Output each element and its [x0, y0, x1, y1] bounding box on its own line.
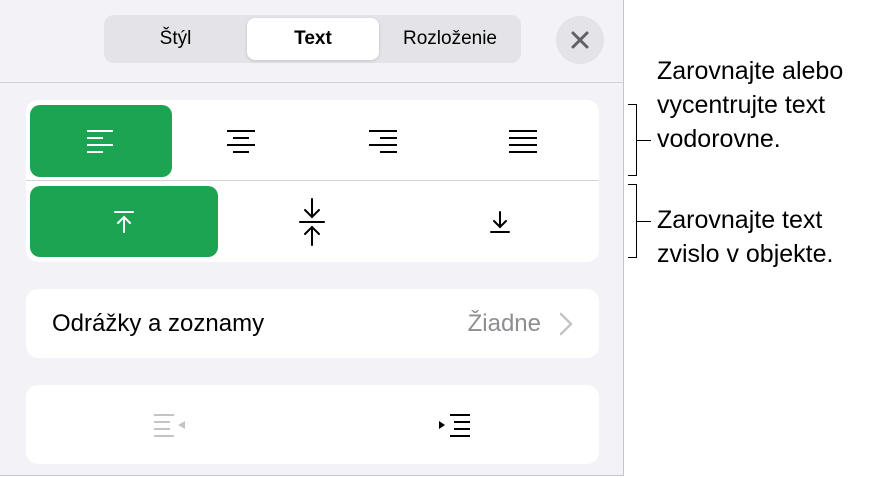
- divider: [26, 180, 599, 181]
- bullets-lists-row[interactable]: Odrážky a zoznamy Žiadne: [26, 289, 599, 358]
- vertical-annotation: Zarovnajte text zvislo v objekte.: [657, 203, 833, 271]
- tab-style[interactable]: Štýl: [108, 18, 243, 60]
- increase-indent-icon: [439, 413, 470, 437]
- annotation-line: Zarovnajte alebo: [657, 57, 844, 85]
- alignment-card: [26, 100, 599, 262]
- align-top-icon: [114, 210, 134, 233]
- align-right-icon: [369, 130, 397, 153]
- align-middle-icon: [299, 197, 325, 246]
- bullets-label: Odrážky a zoznamy: [52, 309, 265, 337]
- tab-layout[interactable]: Rozloženie: [383, 18, 517, 60]
- indent-card: [26, 385, 599, 464]
- justify-button[interactable]: [452, 105, 594, 177]
- decrease-indent-button[interactable]: [80, 393, 260, 456]
- justify-icon: [509, 130, 537, 153]
- horizontal-bracket-tick: [637, 140, 651, 141]
- tab-control: Štýl Text Rozloženie: [104, 15, 521, 63]
- align-top-button[interactable]: [30, 186, 218, 257]
- annotation-line: Zarovnajte text: [657, 206, 823, 234]
- close-button[interactable]: [556, 16, 604, 64]
- annotation-line: zvislo v objekte.: [657, 240, 834, 268]
- horizontal-annotation: Zarovnajte alebo vycentrujte text vodoro…: [657, 54, 843, 156]
- align-left-icon: [87, 130, 113, 153]
- align-bottom-icon: [490, 210, 510, 233]
- vertical-bracket-tick: [637, 221, 651, 222]
- decrease-indent-icon: [154, 413, 185, 437]
- annotation-line: vycentrujte text: [657, 91, 826, 119]
- tab-text[interactable]: Text: [247, 18, 379, 60]
- vertical-bracket: [628, 184, 637, 258]
- panel-header: Štýl Text Rozloženie: [0, 0, 623, 83]
- align-center-button[interactable]: [170, 105, 312, 177]
- align-left-button[interactable]: [30, 105, 172, 177]
- close-icon: [571, 31, 589, 49]
- chevron-right-icon: [559, 312, 573, 336]
- format-panel: Štýl Text Rozloženie Odrážky a zoznamy Ž…: [0, 0, 624, 476]
- annotation-line: vodorovne.: [657, 125, 781, 153]
- align-bottom-button[interactable]: [406, 186, 594, 257]
- align-middle-button[interactable]: [218, 186, 406, 257]
- bullets-value: Žiadne: [467, 309, 541, 337]
- align-center-icon: [227, 130, 255, 153]
- increase-indent-button[interactable]: [364, 393, 544, 456]
- align-right-button[interactable]: [312, 105, 454, 177]
- horizontal-bracket: [628, 104, 637, 176]
